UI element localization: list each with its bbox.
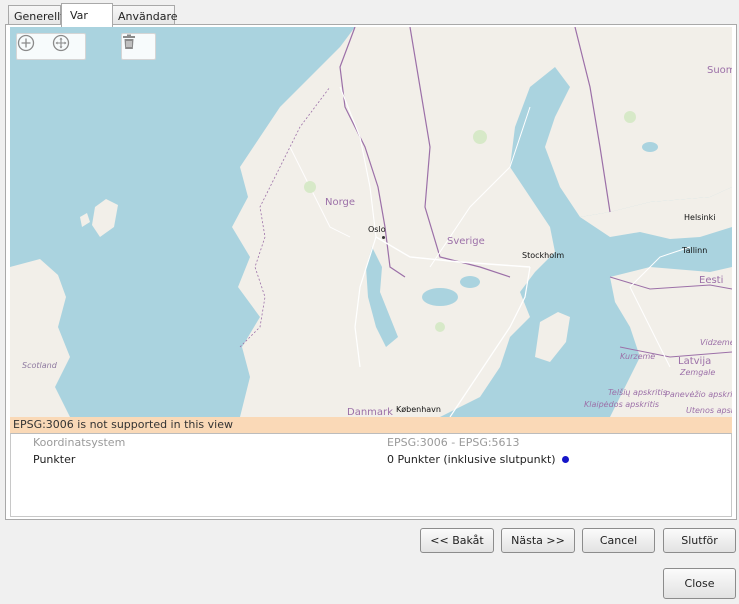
map-label-utenos: Utenos apskr <box>686 406 732 415</box>
map-label-eesti: Eesti <box>699 275 724 286</box>
trash-icon <box>123 34 135 49</box>
tab-generellt[interactable]: Generellt <box>8 5 65 26</box>
map-view[interactable]: Norge Sverige Suom Eesti Latvija Danmark… <box>10 27 732 417</box>
property-row-punkter[interactable]: Punkter 0 Punkter (inklusive slutpunkt) <box>11 453 731 469</box>
delete-button[interactable] <box>122 34 155 59</box>
map-label-telsiu: Telšių apskritis <box>608 388 667 397</box>
cancel-button[interactable]: Cancel <box>582 528 655 553</box>
tab-label: Generellt <box>14 10 65 23</box>
map-label-oslo: Oslo <box>368 225 386 234</box>
property-key: Punkter <box>33 453 76 466</box>
property-row-koordinatsystem: Koordinatsystem EPSG:3006 - EPSG:5613 <box>11 436 731 452</box>
map-label-scotland: Scotland <box>22 361 57 370</box>
next-button[interactable]: Nästa >> <box>501 528 575 553</box>
pan-button[interactable] <box>52 34 86 59</box>
map-label-suomi: Suom <box>707 65 732 76</box>
tab-var[interactable]: Var <box>61 3 113 27</box>
back-button[interactable]: << Bakåt <box>420 528 494 553</box>
map-label-helsinki: Helsinki <box>684 213 716 222</box>
property-value: 0 Punkter (inklusive slutpunkt) <box>387 453 556 466</box>
map-edit-toolbar <box>121 33 156 60</box>
map-label-latvija: Latvija <box>678 356 712 367</box>
move-arrows-icon <box>52 34 70 52</box>
map-label-panevezio: Panevėžio apskritis <box>665 390 732 399</box>
zoom-in-button[interactable] <box>17 34 51 59</box>
property-key: Koordinatsystem <box>33 436 126 449</box>
map-label-sverige: Sverige <box>447 236 485 247</box>
map-label-zemgale: Zemgale <box>680 368 716 377</box>
map-label-norge: Norge <box>325 197 356 208</box>
plus-circle-icon <box>17 34 35 52</box>
tab-panel-var: Norge Sverige Suom Eesti Latvija Danmark… <box>5 24 737 520</box>
finish-button[interactable]: Slutför <box>663 528 736 553</box>
properties-list: Koordinatsystem EPSG:3006 - EPSG:5613 Pu… <box>10 433 732 517</box>
map-label-danmark: Danmark <box>347 407 393 417</box>
map-label-kobenhavn: København <box>396 405 441 414</box>
tab-anvandare[interactable]: Användare <box>112 5 178 26</box>
property-value-wrap: 0 Punkter (inklusive slutpunkt) <box>387 453 569 466</box>
close-button[interactable]: Close <box>663 568 736 599</box>
map-navigation-toolbar <box>16 33 86 60</box>
point-color-dot-icon <box>561 456 569 463</box>
city-marker-oslo <box>382 236 385 239</box>
map-label-kurzeme: Kurzeme <box>620 352 656 361</box>
map-label-stockholm: Stockholm <box>522 251 565 260</box>
map-label-klaipedos: Klaipėdos apskritis <box>584 400 660 409</box>
map-label-tallinn: Tallinn <box>682 246 708 255</box>
tab-label: Var <box>70 9 88 22</box>
status-message: EPSG:3006 is not supported in this view <box>10 417 732 433</box>
property-value: EPSG:3006 - EPSG:5613 <box>387 436 520 449</box>
map-label-vidzeme: Vidzeme <box>700 338 732 347</box>
tab-label: Användare <box>118 10 178 23</box>
